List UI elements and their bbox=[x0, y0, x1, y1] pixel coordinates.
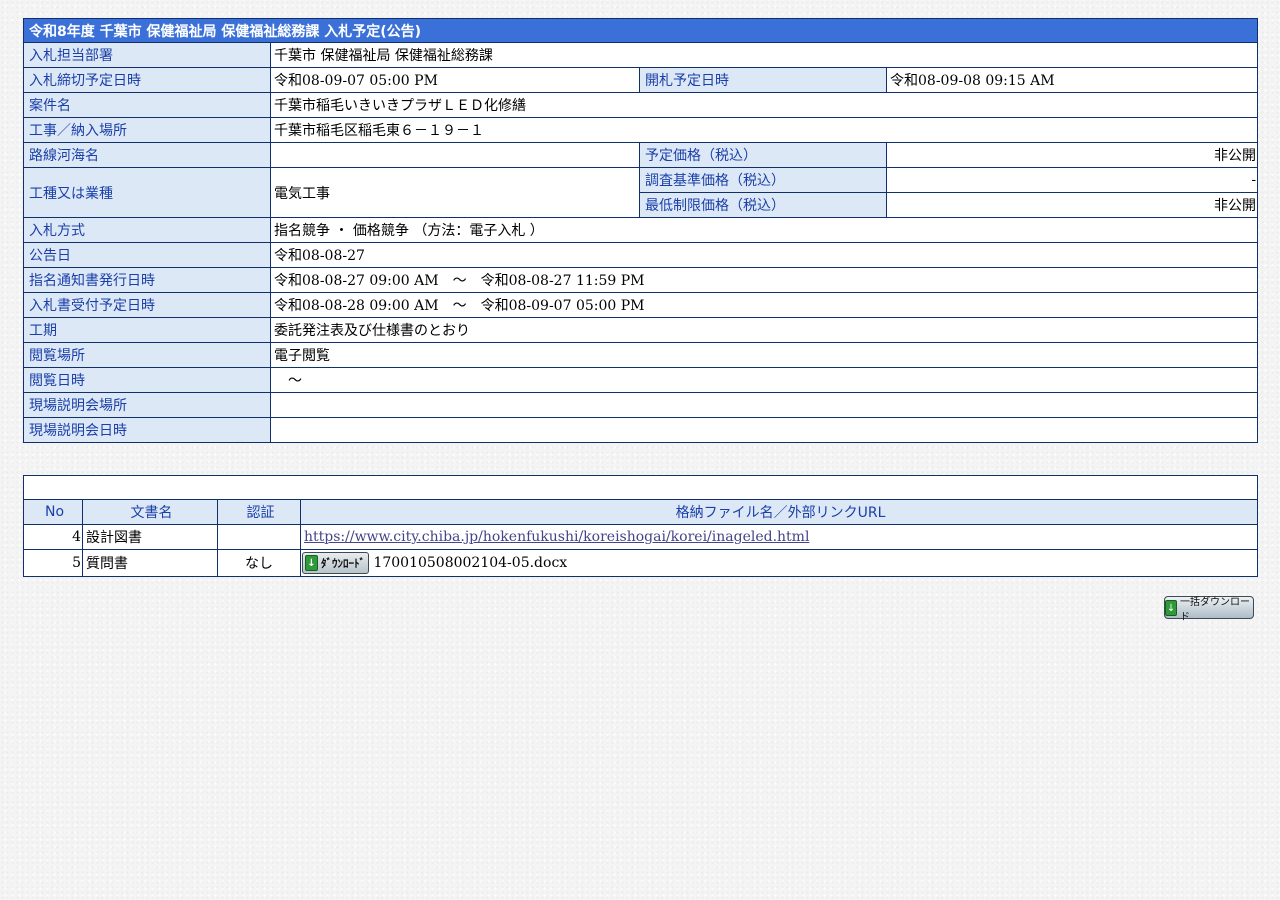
department-value: 千葉市 保健福祉局 保健福祉総務課 bbox=[269, 42, 1259, 68]
briefing-place-label: 現場説明会場所 bbox=[23, 392, 271, 418]
deadline-value: 令和08-09-07 05:00 PM bbox=[270, 67, 640, 93]
period-label: 工期 bbox=[23, 317, 271, 343]
doc-name: 質問書 bbox=[82, 549, 218, 577]
deadline-label: 入札締切予定日時 bbox=[23, 67, 271, 93]
viewing-time-label: 閲覧日時 bbox=[23, 367, 271, 393]
doc-no: 5 bbox=[23, 549, 83, 577]
survey-price-label: 調査基準価格（税込） bbox=[639, 167, 887, 193]
work-type-label: 工種又は業種 bbox=[23, 167, 271, 218]
doc-cert: なし bbox=[217, 549, 301, 577]
work-type-value: 電気工事 bbox=[270, 167, 640, 218]
download-icon: ↓ bbox=[305, 555, 318, 571]
opening-value: 令和08-09-08 09:15 AM bbox=[885, 67, 1259, 93]
method-value: 指名競争 ・ 価格競争 （方法：電子入札 ） bbox=[269, 217, 1259, 243]
briefing-time-label: 現場説明会日時 bbox=[23, 417, 271, 443]
case-name-label: 案件名 bbox=[23, 92, 271, 118]
table-row: 4 設計図書 https://www.city.chiba.jp/hokenfu… bbox=[23, 524, 1258, 550]
col-header-doc-name: 文書名 bbox=[82, 499, 218, 525]
department-label: 入札担当部署 bbox=[23, 42, 271, 68]
file-name: 170010508002104-05.docx bbox=[373, 555, 568, 571]
download-icon: ↓ bbox=[1165, 599, 1178, 616]
bulk-download-button[interactable]: ↓ 一括ダウンロード bbox=[1164, 596, 1254, 623]
viewing-place-label: 閲覧場所 bbox=[23, 342, 271, 368]
notice-issue-label: 指名通知書発行日時 bbox=[23, 267, 271, 293]
briefing-time-value bbox=[269, 417, 1259, 443]
documents-table: 説明文書等 No 文書名 認証 格納ファイル名／外部リンクURL 4 設計図書 … bbox=[23, 475, 1258, 577]
documents-title: 説明文書等 bbox=[23, 475, 1258, 500]
location-label: 工事／納入場所 bbox=[23, 117, 271, 143]
notice-issue-value: 令和08-08-27 09:00 AM ～ 令和08-08-27 11:59 P… bbox=[269, 267, 1259, 293]
opening-label: 開札予定日時 bbox=[639, 67, 887, 93]
route-value bbox=[270, 142, 640, 168]
external-link[interactable]: https://www.city.chiba.jp/hokenfukushi/k… bbox=[304, 529, 809, 545]
download-button[interactable]: ↓ ﾀﾞｳﾝﾛｰﾄﾞ bbox=[302, 552, 369, 574]
col-header-cert: 認証 bbox=[217, 499, 301, 525]
planned-price-label: 予定価格（税込） bbox=[639, 142, 887, 168]
doc-no: 4 bbox=[23, 524, 83, 550]
viewing-time-value: ～ bbox=[269, 367, 1259, 393]
col-header-file: 格納ファイル名／外部リンクURL bbox=[300, 499, 1258, 525]
method-label: 入札方式 bbox=[23, 217, 271, 243]
min-price-value: 非公開 bbox=[885, 192, 1259, 218]
col-header-no: No bbox=[23, 499, 83, 525]
bid-receipt-label: 入札書受付予定日時 bbox=[23, 292, 271, 318]
planned-price-value: 非公開 bbox=[885, 142, 1259, 168]
doc-file-cell: ↓ ﾀﾞｳﾝﾛｰﾄﾞ 170010508002104-05.docx bbox=[300, 549, 1258, 577]
doc-cert bbox=[217, 524, 301, 550]
min-price-label: 最低制限価格（税込） bbox=[639, 192, 887, 218]
case-name-value: 千葉市稲毛いきいきプラザＬＥＤ化修繕 bbox=[269, 92, 1259, 118]
doc-name: 設計図書 bbox=[82, 524, 218, 550]
location-value: 千葉市稲毛区稲毛東６－１９－１ bbox=[269, 117, 1259, 143]
survey-price-value: - bbox=[885, 167, 1259, 193]
doc-file-cell: https://www.city.chiba.jp/hokenfukushi/k… bbox=[300, 524, 1258, 550]
announce-date-value: 令和08-08-27 bbox=[269, 242, 1259, 268]
bulk-download-label: 一括ダウンロード bbox=[1180, 596, 1251, 623]
notice-title: 令和8年度 千葉市 保健福祉局 保健福祉総務課 入札予定(公告) bbox=[22, 18, 1259, 43]
period-value: 委託発注表及び仕様書のとおり bbox=[269, 317, 1259, 343]
download-button-label: ﾀﾞｳﾝﾛｰﾄﾞ bbox=[321, 557, 365, 570]
announce-date-label: 公告日 bbox=[23, 242, 271, 268]
viewing-place-value: 電子閲覧 bbox=[269, 342, 1259, 368]
route-label: 路線河海名 bbox=[23, 142, 271, 168]
bid-notice-table: 令和8年度 千葉市 保健福祉局 保健福祉総務課 入札予定(公告) 入札担当部署 … bbox=[22, 18, 1259, 443]
bid-receipt-value: 令和08-08-28 09:00 AM ～ 令和08-09-07 05:00 P… bbox=[269, 292, 1259, 318]
table-row: 5 質問書 なし ↓ ﾀﾞｳﾝﾛｰﾄﾞ 170010508002104-05.d… bbox=[23, 549, 1258, 577]
briefing-place-value bbox=[269, 392, 1259, 418]
